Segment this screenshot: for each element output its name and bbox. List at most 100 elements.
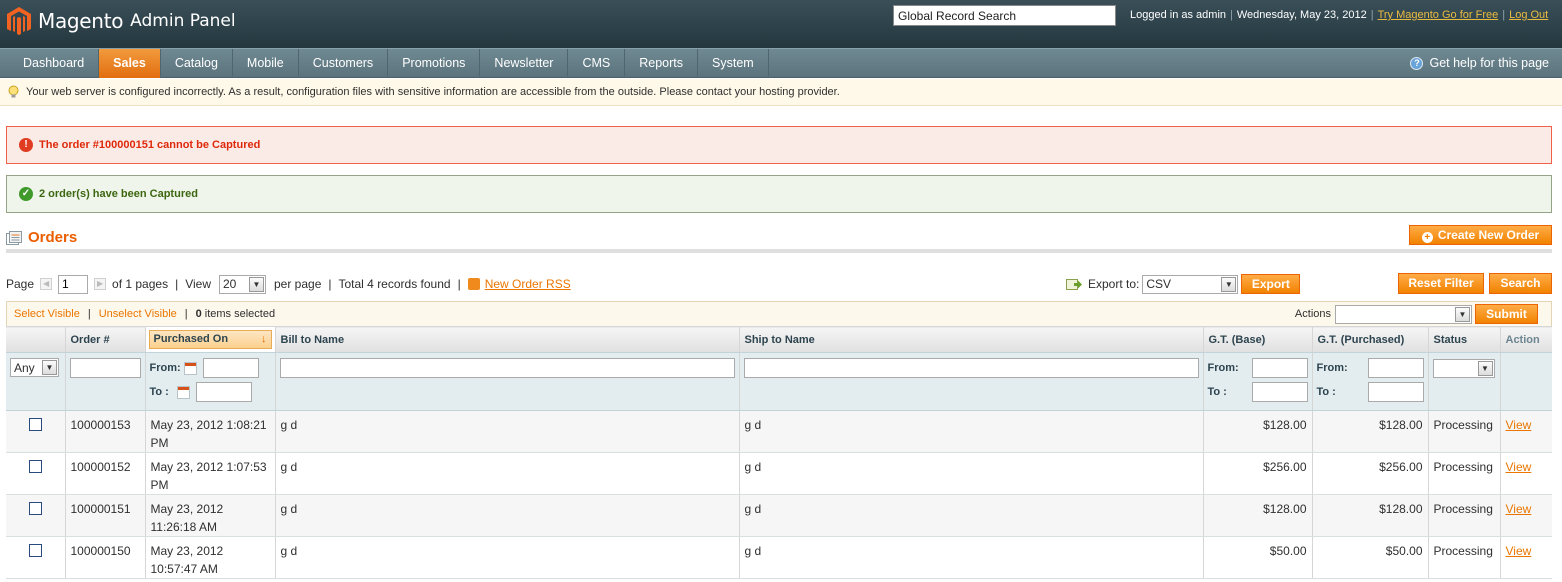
filter-ship-to-name bbox=[739, 352, 1204, 411]
export-format-select[interactable]: CSV ▼ bbox=[1142, 274, 1239, 294]
nav-system[interactable]: System bbox=[698, 49, 769, 78]
sort-desc-icon: ↓ bbox=[261, 333, 267, 345]
content-header: Orders bbox=[6, 226, 1552, 253]
plus-icon: + bbox=[1421, 232, 1433, 243]
row-checkbox[interactable] bbox=[28, 502, 42, 515]
nav-customers[interactable]: Customers bbox=[299, 49, 389, 78]
nav-mobile[interactable]: Mobile bbox=[233, 49, 299, 78]
export-button[interactable]: Export bbox=[1241, 274, 1301, 294]
gt-base-to-input[interactable] bbox=[1251, 382, 1308, 402]
rss-icon bbox=[467, 278, 480, 290]
purchased-from-input[interactable] bbox=[202, 358, 259, 378]
to-label: To : bbox=[1316, 386, 1336, 398]
view-order-link[interactable]: View bbox=[1506, 460, 1532, 474]
prev-page-icon[interactable]: ◀ bbox=[40, 278, 53, 290]
column-header-action: Action bbox=[1500, 326, 1552, 353]
nav-newsletter[interactable]: Newsletter bbox=[480, 49, 569, 78]
ship-to-name-cell: g d bbox=[739, 536, 1204, 579]
error-message-text: The order #100000151 cannot be Captured bbox=[39, 139, 261, 151]
row-checkbox[interactable] bbox=[28, 418, 42, 431]
calendar-icon[interactable] bbox=[176, 385, 190, 399]
logo-brand: Magento bbox=[38, 9, 124, 33]
row-checkbox-cell bbox=[6, 536, 66, 579]
massaction-filter-select[interactable]: Any ▼ bbox=[10, 358, 59, 377]
nav-reports[interactable]: Reports bbox=[625, 49, 699, 78]
purchased-on-cell: May 23, 2012 10:57:47 AM bbox=[145, 536, 276, 579]
submit-button[interactable]: Submit bbox=[1475, 304, 1538, 324]
header-divider: | bbox=[1370, 9, 1374, 21]
purchased-on-cell: May 23, 2012 1:08:21 PM bbox=[145, 410, 276, 453]
purchased-to-input[interactable] bbox=[195, 382, 252, 402]
calendar-icon[interactable] bbox=[183, 361, 197, 375]
status-cell: Processing bbox=[1428, 452, 1501, 495]
create-new-order-button[interactable]: + Create New Order bbox=[1409, 225, 1552, 245]
actions-select[interactable]: ▼ bbox=[1335, 304, 1472, 324]
table-row[interactable]: 100000150 May 23, 2012 10:57:47 AM g d g… bbox=[6, 536, 1552, 579]
orders-grid: Order # Purchased On ↓ Bill to Name Ship … bbox=[6, 326, 1552, 579]
row-checkbox[interactable] bbox=[28, 460, 42, 473]
new-order-rss-link[interactable]: New Order RSS bbox=[485, 277, 571, 291]
row-checkbox-cell bbox=[6, 452, 66, 495]
column-header-gt-purchased[interactable]: G.T. (Purchased) bbox=[1312, 326, 1429, 353]
nav-cms[interactable]: CMS bbox=[568, 49, 626, 78]
reset-filter-button[interactable]: Reset Filter bbox=[1398, 273, 1484, 294]
notice-text: Your web server is configured incorrectl… bbox=[26, 86, 840, 98]
per-page-select[interactable]: 20 ▼ bbox=[219, 274, 266, 294]
column-header-order-number[interactable]: Order # bbox=[65, 326, 146, 353]
page-number-input[interactable] bbox=[58, 274, 89, 294]
select-visible-link[interactable]: Select Visible bbox=[14, 308, 80, 320]
search-button[interactable]: Search bbox=[1489, 273, 1552, 294]
bill-to-name-cell: g d bbox=[275, 452, 740, 495]
next-page-icon[interactable]: ▶ bbox=[94, 278, 107, 290]
view-order-link[interactable]: View bbox=[1506, 502, 1532, 516]
gt-base-cell: $128.00 bbox=[1203, 494, 1313, 537]
gt-base-to-row: To : bbox=[1208, 380, 1308, 404]
column-header-purchased-on[interactable]: Purchased On ↓ bbox=[145, 326, 276, 353]
help-link[interactable]: ? Get help for this page bbox=[1410, 49, 1549, 78]
try-magento-go-link[interactable]: Try Magento Go for Free bbox=[1378, 9, 1499, 21]
order-number-filter-input[interactable] bbox=[69, 358, 141, 378]
logged-in-text: Logged in as admin bbox=[1130, 9, 1227, 21]
table-row[interactable]: 100000152 May 23, 2012 1:07:53 PM g d g … bbox=[6, 452, 1552, 495]
nav-promotions[interactable]: Promotions bbox=[388, 49, 481, 78]
status-cell: Processing bbox=[1428, 494, 1501, 537]
column-header-bill-to-name[interactable]: Bill to Name bbox=[275, 326, 740, 353]
gt-purchased-to-input[interactable] bbox=[1367, 382, 1424, 402]
action-cell: View bbox=[1500, 410, 1552, 453]
to-label: To : bbox=[1207, 386, 1227, 398]
ship-to-name-filter-input[interactable] bbox=[743, 358, 1199, 378]
gt-purchased-cell: $128.00 bbox=[1312, 410, 1429, 453]
view-order-link[interactable]: View bbox=[1506, 544, 1532, 558]
admin-header: Magento Admin Panel Logged in as admin|W… bbox=[0, 0, 1562, 48]
main-nav: Dashboard Sales Catalog Mobile Customers… bbox=[0, 48, 1562, 78]
page-title: Orders bbox=[6, 229, 77, 246]
header-user-info: Logged in as admin | Wednesday, May 23, 20… bbox=[1130, 9, 1548, 21]
magento-logo[interactable]: Magento Admin Panel bbox=[6, 4, 236, 38]
nav-sales[interactable]: Sales bbox=[99, 49, 161, 78]
bill-to-name-filter-input[interactable] bbox=[279, 358, 735, 378]
table-row[interactable]: 100000153 May 23, 2012 1:08:21 PM g d g … bbox=[6, 410, 1552, 453]
filter-gt-purchased: From: To : bbox=[1312, 352, 1429, 411]
action-cell: View bbox=[1500, 494, 1552, 537]
column-header-status[interactable]: Status bbox=[1428, 326, 1501, 353]
nav-catalog[interactable]: Catalog bbox=[161, 49, 233, 78]
gt-purchased-from-input[interactable] bbox=[1367, 358, 1424, 378]
export-icon bbox=[1066, 279, 1082, 290]
logout-link[interactable]: Log Out bbox=[1509, 9, 1548, 21]
row-checkbox[interactable] bbox=[28, 544, 42, 557]
orders-icon bbox=[6, 230, 22, 245]
from-label: From: bbox=[1207, 362, 1239, 374]
of-pages-text: of 1 pages bbox=[112, 277, 169, 291]
status-filter-select[interactable]: ▼ bbox=[1432, 359, 1495, 378]
column-header-gt-base[interactable]: G.T. (Base) bbox=[1203, 326, 1313, 353]
gt-purchased-cell: $50.00 bbox=[1312, 536, 1429, 579]
unselect-visible-link[interactable]: Unselect Visible bbox=[99, 308, 177, 320]
gt-base-from-input[interactable] bbox=[1251, 358, 1308, 378]
table-row[interactable]: 100000151 May 23, 2012 11:26:18 AM g d g… bbox=[6, 494, 1552, 537]
from-label: From: bbox=[1316, 362, 1348, 374]
view-order-link[interactable]: View bbox=[1506, 418, 1532, 432]
global-search-input[interactable] bbox=[893, 5, 1116, 26]
column-header-ship-to-name[interactable]: Ship to Name bbox=[739, 326, 1204, 353]
row-checkbox-cell bbox=[6, 494, 66, 537]
nav-dashboard[interactable]: Dashboard bbox=[0, 49, 100, 78]
